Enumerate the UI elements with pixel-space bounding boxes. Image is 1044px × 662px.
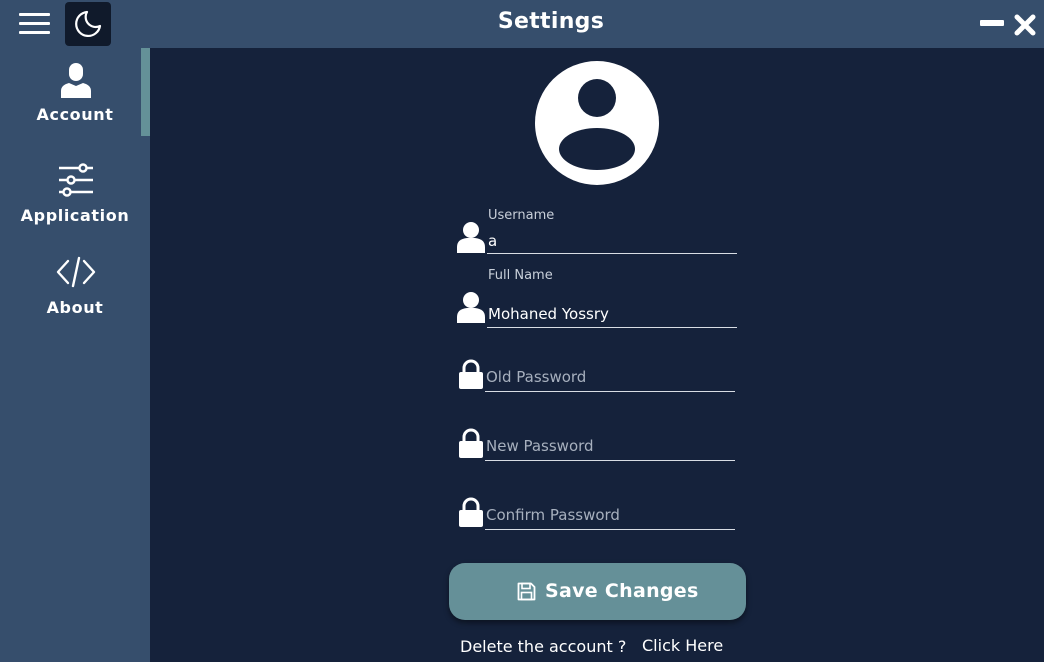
full-name-label: Full Name (488, 268, 553, 283)
delete-account-link[interactable]: Click Here (642, 636, 723, 655)
window-title: Settings (497, 9, 605, 34)
full-name-input[interactable] (487, 301, 737, 328)
minimize-button[interactable] (980, 19, 1004, 27)
lock-icon (459, 497, 483, 527)
username-label: Username (488, 208, 555, 223)
sidebar: Account Application About (0, 48, 150, 662)
save-changes-button[interactable]: Save Changes (449, 563, 746, 620)
close-button[interactable] (1014, 14, 1036, 36)
save-button-label: Save Changes (545, 580, 699, 602)
delete-account-prompt: Delete the account ? (460, 637, 627, 656)
title-bar: Settings (0, 0, 1044, 48)
full-name-field: Full Name (455, 268, 740, 330)
username-input[interactable] (487, 228, 737, 254)
sidebar-item-label: Account (36, 105, 114, 124)
sidebar-item-label: Application (20, 206, 130, 225)
profile-avatar-icon[interactable] (535, 61, 659, 185)
new-password-field (455, 427, 740, 463)
minimize-icon (980, 20, 1004, 26)
new-password-input[interactable] (485, 431, 735, 461)
sidebar-item-label: About (46, 298, 104, 317)
sidebar-item-account[interactable]: Account (0, 56, 150, 146)
lock-icon (459, 359, 483, 389)
code-icon (56, 256, 96, 288)
sidebar-item-application[interactable]: Application (0, 156, 150, 246)
sliders-icon (59, 163, 93, 197)
close-icon (1014, 14, 1036, 36)
old-password-input[interactable] (485, 362, 735, 392)
floppy-disk-icon (517, 582, 536, 601)
user-icon (457, 292, 485, 323)
username-field: Username (455, 208, 740, 258)
sidebar-item-about[interactable]: About (0, 248, 150, 338)
confirm-password-field (455, 496, 740, 532)
user-icon (61, 63, 91, 98)
confirm-password-input[interactable] (485, 500, 735, 530)
user-icon (457, 222, 485, 253)
old-password-field (455, 358, 740, 394)
lock-icon (459, 428, 483, 458)
